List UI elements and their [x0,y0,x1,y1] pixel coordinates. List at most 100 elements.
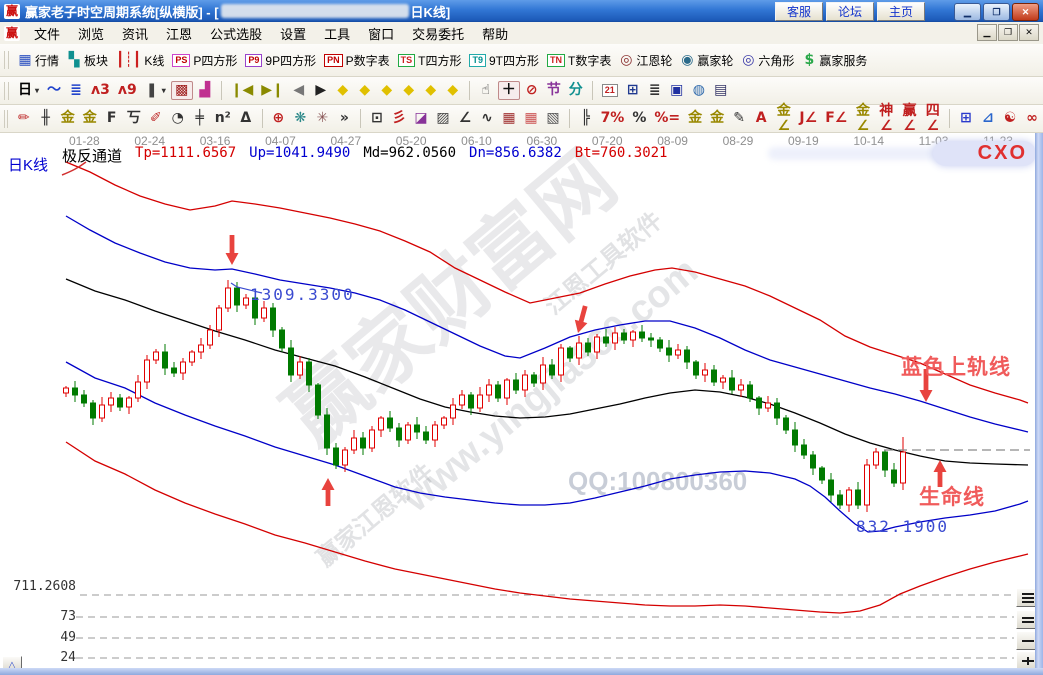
menu-gann[interactable]: 江恩 [157,22,201,45]
service-button[interactable]: 客服 [775,2,823,21]
gold-tool-2[interactable]: 金 [80,110,100,127]
hand-tool[interactable]: ☝ [476,82,496,99]
mdi-restore-button[interactable]: ❐ [998,24,1018,41]
histogram-icon[interactable]: ▟ [195,82,215,99]
hexagon-button[interactable]: ◎六角形 [738,51,797,70]
quotes-button[interactable]: ▦行情 [15,51,62,70]
zigzag-tool[interactable]: ∿ [477,110,497,127]
chart-area[interactable] [0,133,1043,675]
diamond-burst-button[interactable]: ◆ [443,82,463,99]
diamond-right-button[interactable]: ◆ [355,82,375,99]
kline-button[interactable]: ┃┊┃K线 [113,51,167,70]
gold-line-tool[interactable]: 金 [707,110,727,127]
tick-tool[interactable]: ╪ [190,110,210,127]
p-square-button[interactable]: PSP四方形 [169,51,240,70]
notes-button[interactable]: ≣ [645,82,665,99]
split-teal-tool[interactable]: 分 [566,82,586,99]
menu-trade[interactable]: 交易委托 [403,22,473,45]
diamond-h-button[interactable]: ◆ [377,82,397,99]
candle-pen-tool[interactable]: ✎ [729,110,749,127]
percent-eq-tool[interactable]: %= [651,110,683,127]
mdi-minimize-button[interactable]: ▁ [977,24,997,41]
t-number-table-button[interactable]: TNT数字表 [544,51,614,70]
gann-wheel-button[interactable]: ◎江恩轮 [616,51,675,70]
cycle5-tool[interactable]: 丂 [124,110,144,127]
brush-tool[interactable]: ✐ [146,110,166,127]
fan-tool[interactable]: 彡 [389,110,409,127]
diamond-hv-button[interactable]: ◆ [399,82,419,99]
mdi-close-button[interactable]: ✕ [1019,24,1039,41]
hatch-tool[interactable]: ▧ [543,110,563,127]
gann-ruler-tool[interactable]: ╫ [36,110,56,127]
boxed-star-tool[interactable]: ✳ [312,110,332,127]
percent-tool[interactable]: % [629,110,649,127]
menu-formula-stock-pick[interactable]: 公式选股 [201,22,271,45]
period-selector[interactable]: 日▾ [15,82,42,99]
no-cursor-tool[interactable]: ⊘ [522,82,542,99]
print-button[interactable]: ▤ [711,82,731,99]
calendar-button[interactable]: 21 [599,83,621,98]
diamond-star-button[interactable]: ◆ [421,82,441,99]
grid-tool-2[interactable]: ▦ [521,110,541,127]
menu-file[interactable]: 文件 [25,22,69,45]
bars-tool[interactable]: ╠ [576,110,596,127]
web-button[interactable]: ◍ [689,82,709,99]
clock-tool[interactable]: ◔ [168,110,188,127]
minimize-button[interactable]: ▁ [954,3,981,21]
p-number-table-button[interactable]: PNP数字表 [321,51,393,70]
menu-news[interactable]: 资讯 [113,22,157,45]
grid-tool-1[interactable]: ▦ [499,110,519,127]
save-button[interactable]: ▣ [667,82,687,99]
pattern-tool[interactable]: ▩ [171,81,193,100]
fan-box-tool[interactable]: ◪ [411,110,431,127]
close-button[interactable]: ✕ [1012,3,1039,21]
sectors-button[interactable]: ▚板块 [64,51,111,70]
grid-yellow-tool[interactable]: ⊞ [956,110,976,127]
toolbar-handle[interactable] [4,110,8,128]
toolbar-handle[interactable] [4,82,9,100]
menu-window[interactable]: 窗口 [359,22,403,45]
forum-button[interactable]: 论坛 [826,2,874,21]
maximize-button[interactable]: ❐ [983,3,1010,21]
first-bar-button[interactable]: ❙◀ [228,82,257,99]
target-tool[interactable]: ⊕ [268,110,288,127]
calculator-button[interactable]: ⊞ [623,82,643,99]
diamond-left-button[interactable]: ◆ [333,82,353,99]
angle-tool[interactable]: ∠ [455,110,475,127]
j-angle-tool[interactable]: J∠ [796,110,820,127]
gold-angle-tool[interactable]: 金∠ [773,103,794,135]
ruler-box-tool[interactable]: ⊡ [367,110,387,127]
line-box-tool[interactable]: ▨ [433,110,453,127]
menu-browse[interactable]: 浏览 [69,22,113,45]
t-square-button[interactable]: TST四方形 [395,51,465,70]
menu-settings[interactable]: 设置 [271,22,315,45]
next-bar-button[interactable]: ▶ [311,82,331,99]
gann-split-tool[interactable]: 节 [544,82,564,99]
winner-wheel-button[interactable]: ◉赢家轮 [677,51,736,70]
9t-square-button[interactable]: T99T四方形 [466,51,542,70]
percent-line-tool[interactable]: 7% [598,110,628,127]
gold-tool-1[interactable]: 金 [58,110,78,127]
9p-square-button[interactable]: P99P四方形 [242,51,319,70]
yinyang-tool[interactable]: ☯ [1000,110,1020,127]
winner-service-button[interactable]: $赢家服务 [799,51,870,70]
menu-tools[interactable]: 工具 [315,22,359,45]
wave9-icon[interactable]: ʌ9 [115,82,140,99]
gold-angle2-tool[interactable]: 金∠ [852,103,873,135]
wave3-icon[interactable]: ʌ3 [88,82,113,99]
more-tools-chevron[interactable]: » [334,110,354,127]
pin-tool[interactable]: Δ [236,110,256,127]
prev-bar-button[interactable]: ◀ [289,82,309,99]
trend-icon[interactable]: 〜 [44,82,64,99]
menu-help[interactable]: 帮助 [473,22,517,45]
infinity-tool[interactable]: ∞ [1022,110,1042,127]
pen-tool[interactable]: ✏ [14,110,34,127]
ying-angle-tool[interactable]: 赢∠ [899,103,920,135]
candle-style-selector[interactable]: ❚▾ [142,82,169,99]
home-button[interactable]: 主页 [877,2,925,21]
gold-circle-tool[interactable]: 金 [685,110,705,127]
toolbar-handle[interactable] [4,51,9,69]
last-bar-button[interactable]: ▶❙ [258,82,287,99]
n2-tool[interactable]: n² [212,110,234,127]
starburst-tool[interactable]: ❋ [290,110,310,127]
